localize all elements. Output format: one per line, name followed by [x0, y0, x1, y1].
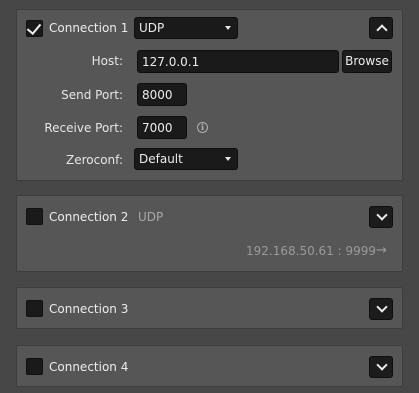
send-port-label: Send Port: — [61, 88, 123, 102]
send-port-input[interactable] — [137, 83, 187, 106]
host-input[interactable] — [137, 50, 339, 73]
connection-4-expand-button[interactable] — [369, 356, 393, 378]
connection-3-expand-button[interactable] — [369, 298, 393, 320]
connection-3-label: Connection 3 — [49, 302, 129, 316]
dropdown-caret-icon — [225, 157, 231, 161]
connection-1-panel: Connection 1 UDP Host: Browse Send Port:… — [16, 9, 403, 181]
connection-3-checkbox[interactable] — [26, 300, 43, 317]
chevron-down-icon — [376, 301, 388, 313]
chevron-down-icon — [376, 209, 388, 221]
zeroconf-value: Default — [139, 152, 183, 166]
receive-port-label: Receive Port: — [44, 121, 123, 135]
protocol-value: UDP — [139, 21, 165, 35]
connection-2-label: Connection 2 — [49, 210, 129, 224]
connection-4-panel: Connection 4 — [16, 345, 403, 387]
connection-3-panel: Connection 3 — [16, 287, 403, 329]
connection-2-protocol: UDP — [138, 210, 164, 224]
browse-button[interactable]: Browse — [342, 50, 392, 73]
host-label: Host: — [91, 54, 123, 68]
chevron-down-icon — [376, 359, 388, 371]
arrow-right-icon[interactable]: → — [376, 243, 387, 258]
dropdown-caret-icon — [225, 26, 231, 30]
zeroconf-select[interactable]: Default — [134, 148, 238, 170]
connections-panel: Connection 1 UDP Host: Browse Send Port:… — [0, 0, 419, 393]
connection-2-panel: Connection 2 UDP 192.168.50.61 : 9999 → — [16, 195, 403, 272]
info-icon[interactable]: i — [197, 122, 208, 133]
connection-4-checkbox[interactable] — [26, 358, 43, 375]
connection-1-protocol-select[interactable]: UDP — [134, 17, 238, 39]
zeroconf-label: Zeroconf: — [66, 153, 123, 167]
connection-1-checkbox[interactable] — [26, 19, 43, 37]
checkmark-icon — [26, 19, 42, 36]
chevron-up-icon — [376, 24, 388, 36]
connection-4-label: Connection 4 — [49, 360, 129, 374]
connection-2-expand-button[interactable] — [369, 206, 393, 228]
connection-2-address: 192.168.50.61 : 9999 — [246, 244, 377, 258]
connection-1-label: Connection 1 — [49, 21, 129, 35]
connection-2-checkbox[interactable] — [26, 208, 43, 225]
receive-port-input[interactable] — [137, 116, 187, 139]
connection-1-collapse-button[interactable] — [369, 17, 393, 39]
